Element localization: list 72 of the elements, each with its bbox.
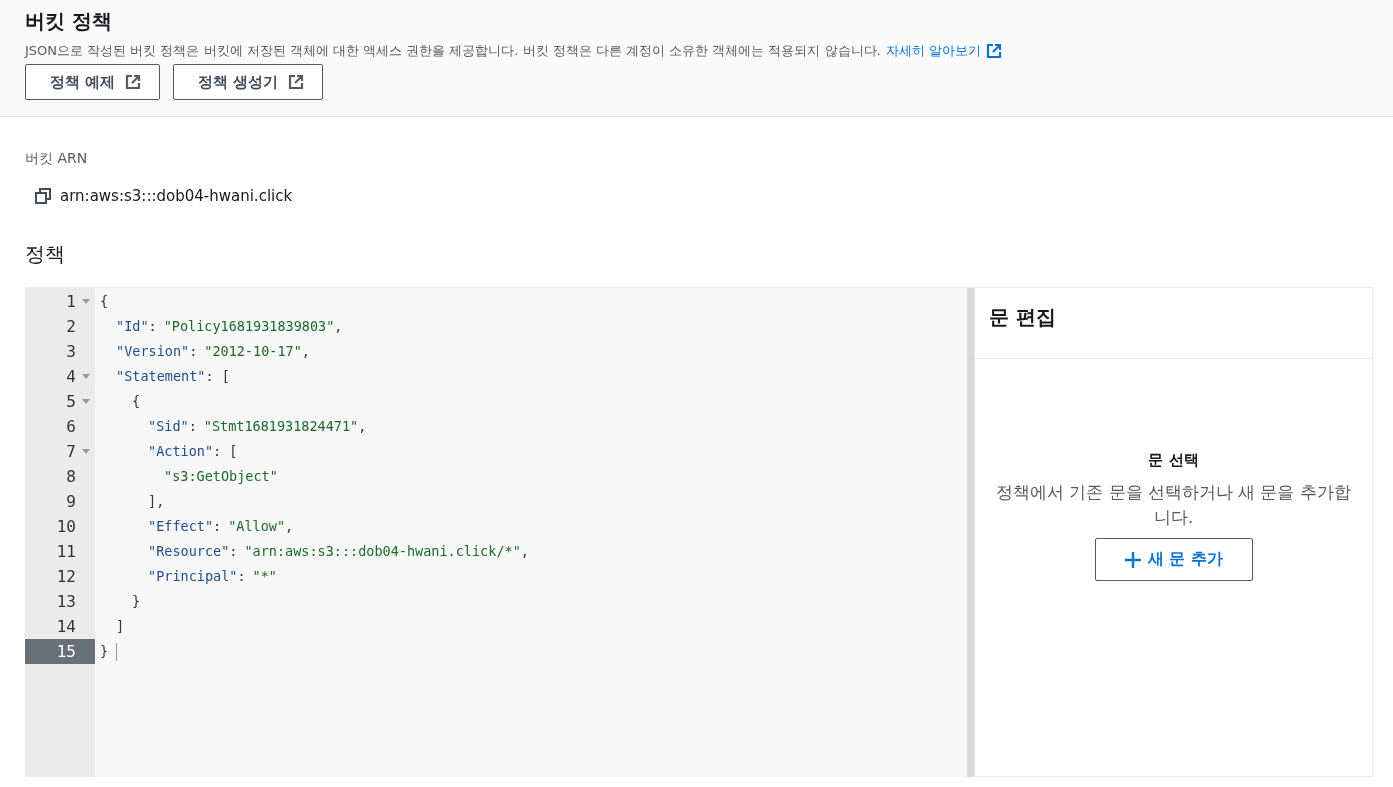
empty-state-text: 정책에서 기존 문을 선택하거나 새 문을 추가합니다. bbox=[995, 482, 1352, 529]
code-token: : bbox=[237, 567, 246, 586]
code-token: "Policy1681931839803" bbox=[163, 317, 335, 336]
code-token: "Action" bbox=[148, 442, 214, 461]
code-token: : bbox=[213, 517, 222, 536]
empty-state-title: 문 선택 bbox=[1148, 451, 1199, 470]
code-token: , bbox=[334, 317, 343, 336]
arn-label: 버킷 ARN bbox=[25, 150, 89, 168]
code-token: , bbox=[520, 542, 529, 561]
external-link-button[interactable]: 정책 생성기 bbox=[173, 64, 324, 100]
fold-caret-icon[interactable] bbox=[82, 448, 90, 455]
code-token: "Allow" bbox=[228, 517, 286, 536]
page-title: 버킷 정책 bbox=[25, 8, 113, 35]
code-token: : bbox=[189, 342, 198, 361]
code-token: , bbox=[301, 342, 310, 361]
learn-more-link[interactable]: 자세히 알아보기 bbox=[885, 42, 981, 60]
code-token: "Statement" bbox=[116, 367, 206, 386]
description-text: JSON으로 작성된 버킷 정책은 버킷에 저장된 객체에 대한 액세스 권한을 제공합니다. 버킷 정책은 다른 계정이 소유한 객체에는 적용되지 않습니다. bbox=[25, 42, 881, 60]
line-number: 13 bbox=[56, 592, 76, 611]
plus-icon bbox=[1123, 550, 1142, 569]
line-number: 9 bbox=[66, 492, 76, 511]
code-token: } bbox=[132, 592, 141, 611]
code-token: : bbox=[229, 542, 238, 561]
line-number: 3 bbox=[66, 342, 76, 361]
code-token: ], bbox=[148, 492, 165, 511]
fold-caret-icon[interactable] bbox=[82, 298, 90, 305]
code-token: "*" bbox=[252, 567, 277, 586]
code-token: : [ bbox=[213, 442, 238, 461]
panel-title: 문 편집 bbox=[975, 288, 1372, 359]
code-token: "Sid" bbox=[148, 417, 189, 436]
code-token: { bbox=[100, 292, 109, 311]
code-token: , bbox=[358, 417, 367, 436]
code-token: "arn:aws:s3:::dob04-hwani.click/*" bbox=[244, 542, 521, 561]
code-token: } bbox=[100, 642, 109, 661]
external-link-icon bbox=[288, 74, 305, 90]
line-number: 2 bbox=[66, 317, 76, 336]
line-number: 5 bbox=[66, 392, 76, 411]
code-token: "Stmt1681931824471" bbox=[203, 417, 359, 436]
line-number: 8 bbox=[66, 467, 76, 486]
code-token: "s3:GetObject" bbox=[164, 467, 278, 486]
code-token: "2012-10-17" bbox=[204, 342, 302, 361]
code-editor[interactable] bbox=[25, 287, 1373, 777]
fold-caret-icon[interactable] bbox=[82, 373, 90, 380]
external-link-button[interactable]: 정책 예제 bbox=[25, 64, 161, 100]
line-number: 10 bbox=[56, 517, 76, 536]
split-handle[interactable] bbox=[967, 288, 974, 777]
line-number: 11 bbox=[56, 542, 76, 561]
code-token: "Effect" bbox=[148, 517, 214, 536]
policy-heading: 정책 bbox=[25, 241, 66, 268]
fold-caret-icon[interactable] bbox=[82, 398, 90, 405]
code-token: "Principal" bbox=[148, 567, 238, 586]
external-link-icon bbox=[985, 43, 1002, 59]
line-number: 12 bbox=[56, 567, 76, 586]
code-token: "Resource" bbox=[148, 542, 230, 561]
line-number: 1 bbox=[66, 292, 76, 311]
code-token: "Version" bbox=[116, 342, 190, 361]
code-token: : bbox=[148, 317, 157, 336]
code-token: : [ bbox=[205, 367, 230, 386]
line-number: 15 bbox=[56, 642, 76, 661]
line-number: 14 bbox=[56, 617, 76, 636]
code-token: { bbox=[132, 392, 141, 411]
line-number: 7 bbox=[66, 442, 76, 461]
arn-value: arn:aws:s3:::dob04-hwani.click bbox=[60, 187, 293, 205]
code-token: "Id" bbox=[116, 317, 149, 336]
line-number: 4 bbox=[66, 367, 76, 386]
external-link-icon bbox=[125, 74, 142, 90]
code-token: : bbox=[188, 417, 197, 436]
code-token: , bbox=[285, 517, 294, 536]
line-number: 6 bbox=[66, 417, 76, 436]
add-statement-button[interactable]: 새 문 추가 bbox=[1094, 538, 1253, 581]
copy-icon[interactable] bbox=[35, 188, 51, 204]
code-token: ] bbox=[116, 617, 125, 636]
